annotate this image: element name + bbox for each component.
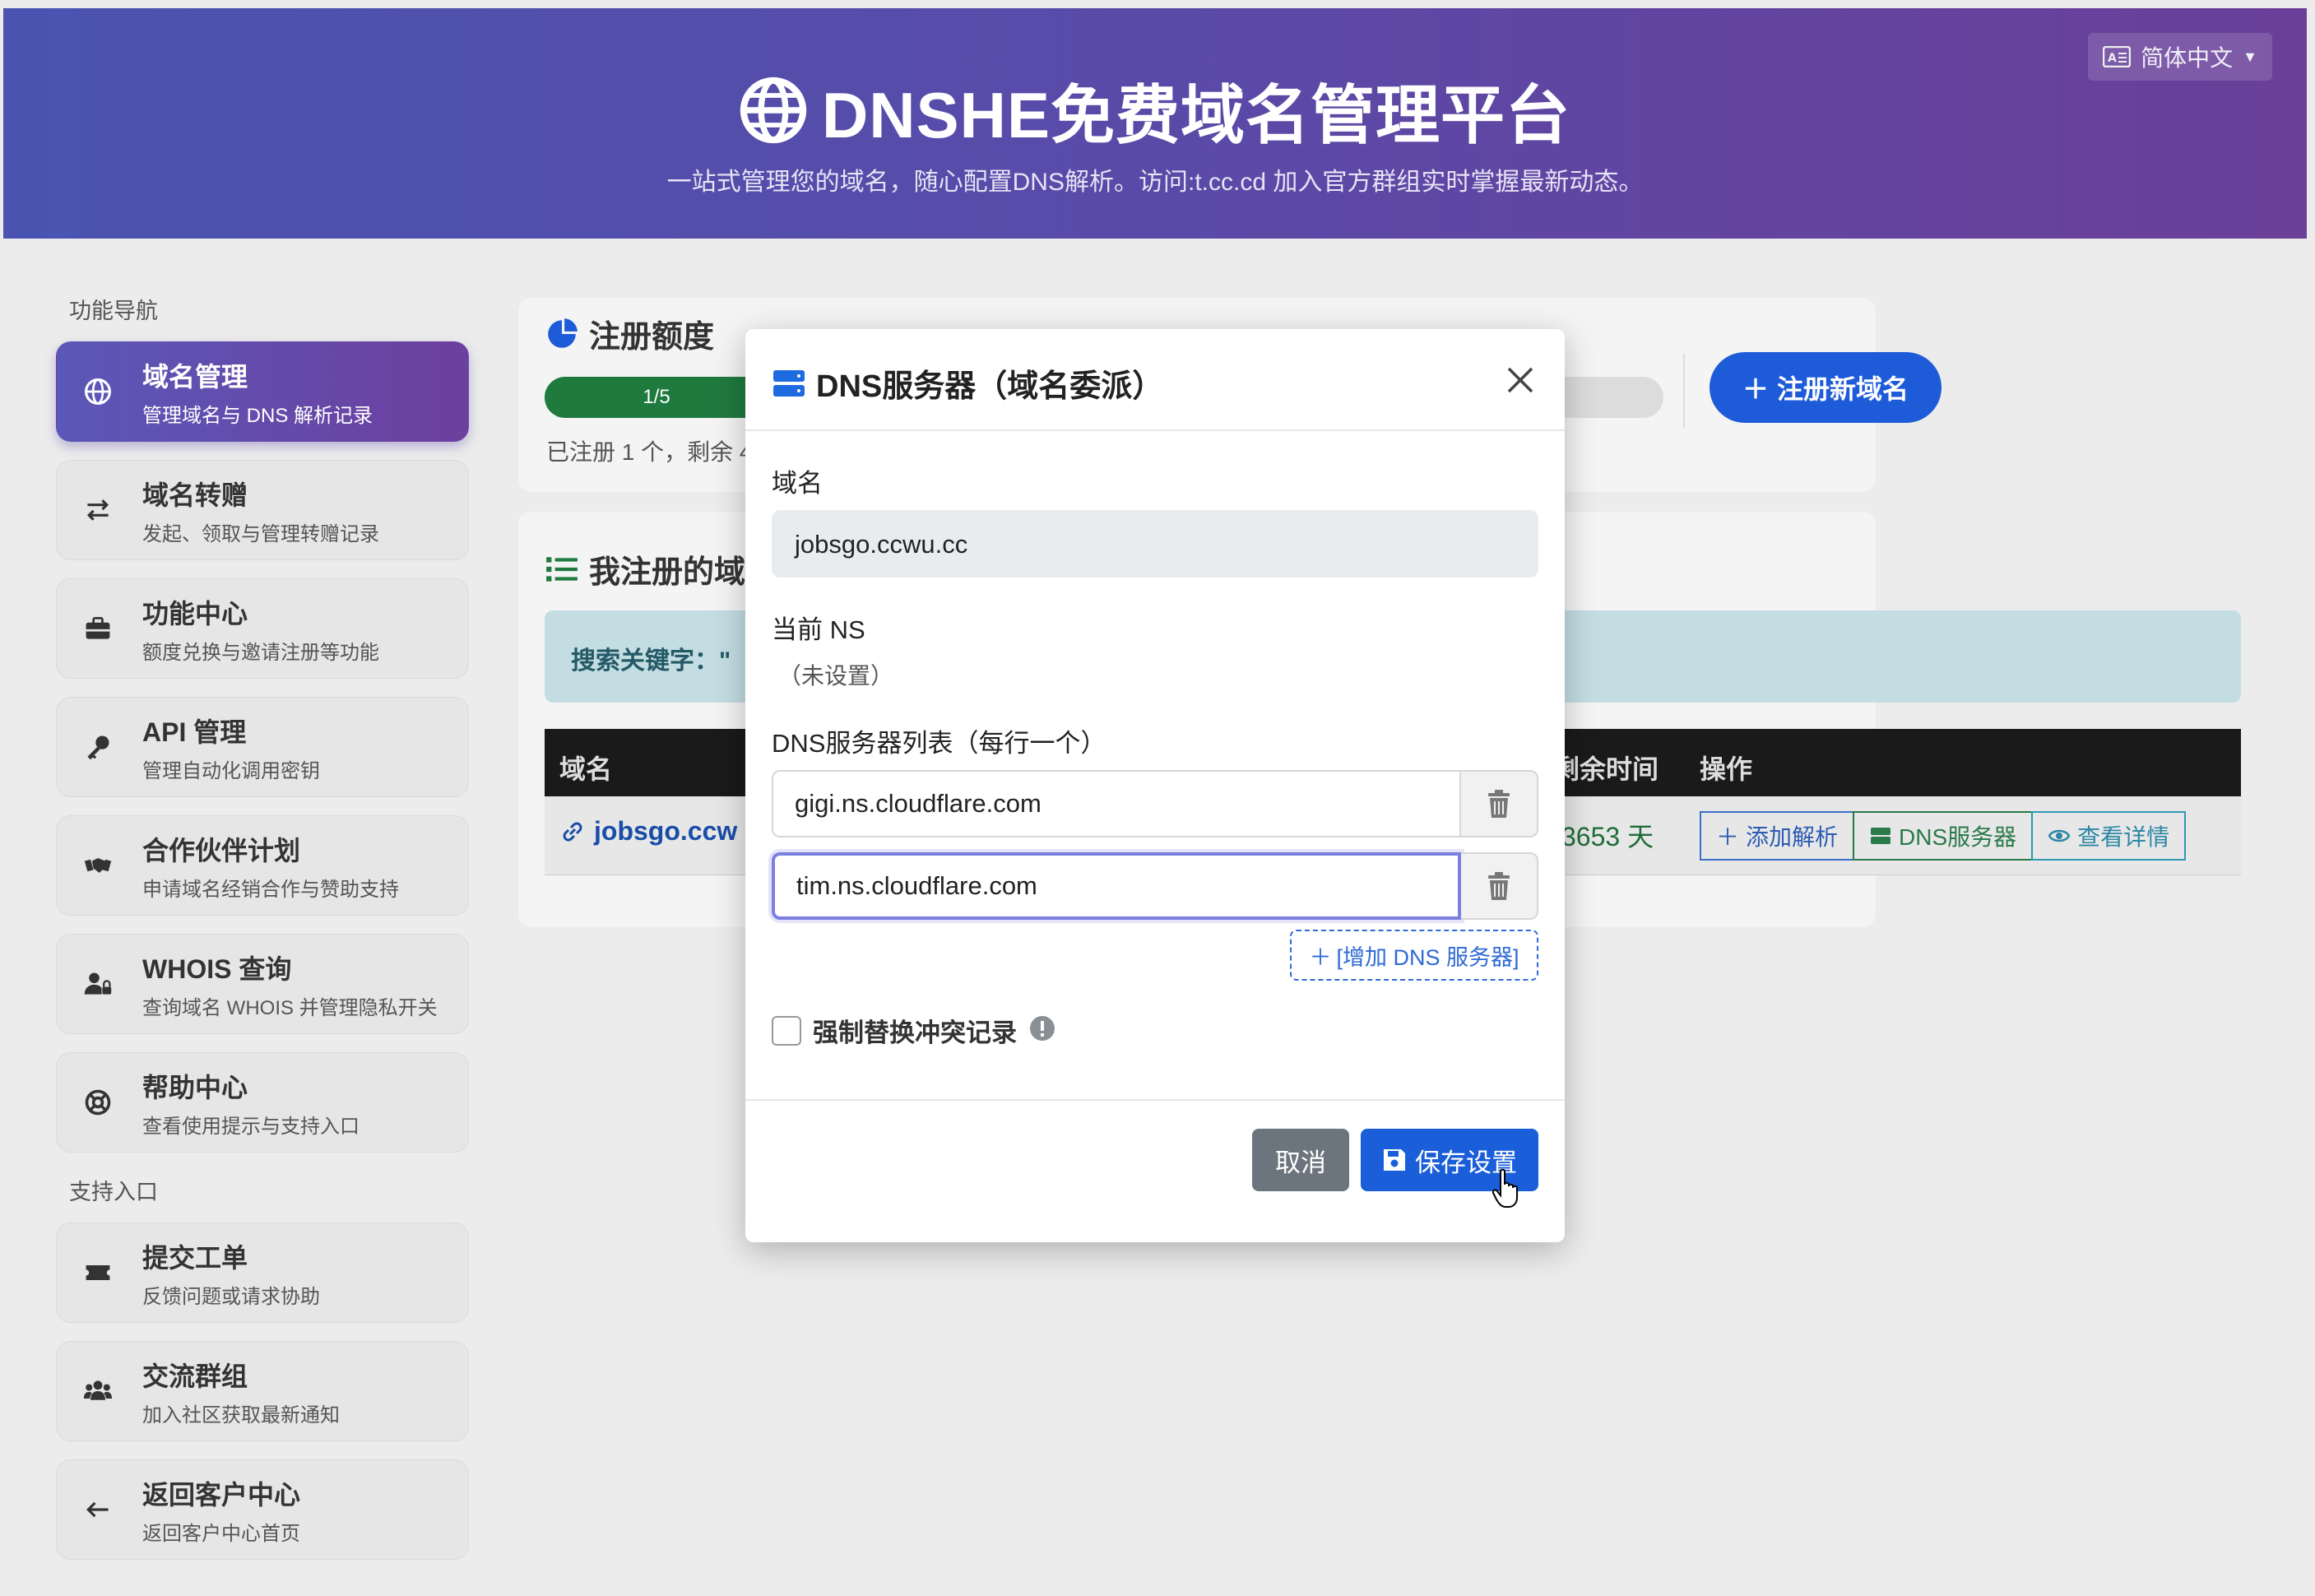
force-replace-label: 强制替换冲突记录 — [813, 1018, 1017, 1047]
force-replace-row: 强制替换冲突记录 — [772, 1012, 1056, 1049]
domain-field: jobsgo.ccwu.cc — [772, 510, 1538, 578]
current-ns-value: （未设置） — [778, 663, 894, 689]
floppy-disk-icon — [1384, 1149, 1405, 1171]
mouse-pointer-icon — [1492, 1168, 1518, 1208]
ns-server-input[interactable]: tim.ns.cloudflare.com — [772, 852, 1461, 920]
modal-header: DNS服务器（域名委派） — [745, 329, 1565, 431]
modal-title-text: DNS服务器（域名委派） — [816, 369, 1164, 404]
ns-entry-row: gigi.ns.cloudflare.com — [772, 770, 1538, 837]
modal-footer: 取消 保存设置 — [745, 1099, 1565, 1242]
current-ns-label: 当前 NS — [772, 615, 865, 644]
info-icon[interactable] — [1028, 1014, 1056, 1046]
trash-icon[interactable] — [1461, 852, 1538, 920]
domain-label: 域名 — [772, 469, 823, 498]
server-icon — [773, 369, 805, 397]
dns-servers-modal: DNS服务器（域名委派） 域名 jobsgo.ccwu.cc 当前 NS （未设… — [745, 329, 1565, 1242]
force-replace-checkbox[interactable] — [772, 1015, 801, 1046]
ns-list-label: DNS服务器列表（每行一个） — [772, 729, 1106, 758]
trash-icon[interactable] — [1461, 770, 1538, 837]
add-dns-server-label: [增加 DNS 服务器] — [1336, 944, 1519, 970]
close-icon[interactable] — [1499, 359, 1542, 401]
cancel-button[interactable]: 取消 — [1252, 1129, 1349, 1191]
ns-server-input[interactable]: gigi.ns.cloudflare.com — [772, 770, 1461, 837]
plus-icon: ＋ — [1309, 944, 1332, 970]
ns-entry-row: tim.ns.cloudflare.com — [772, 852, 1538, 920]
modal-title: DNS服务器（域名委派） — [772, 360, 1163, 406]
add-dns-server-button[interactable]: ＋ [增加 DNS 服务器] — [1290, 930, 1538, 981]
